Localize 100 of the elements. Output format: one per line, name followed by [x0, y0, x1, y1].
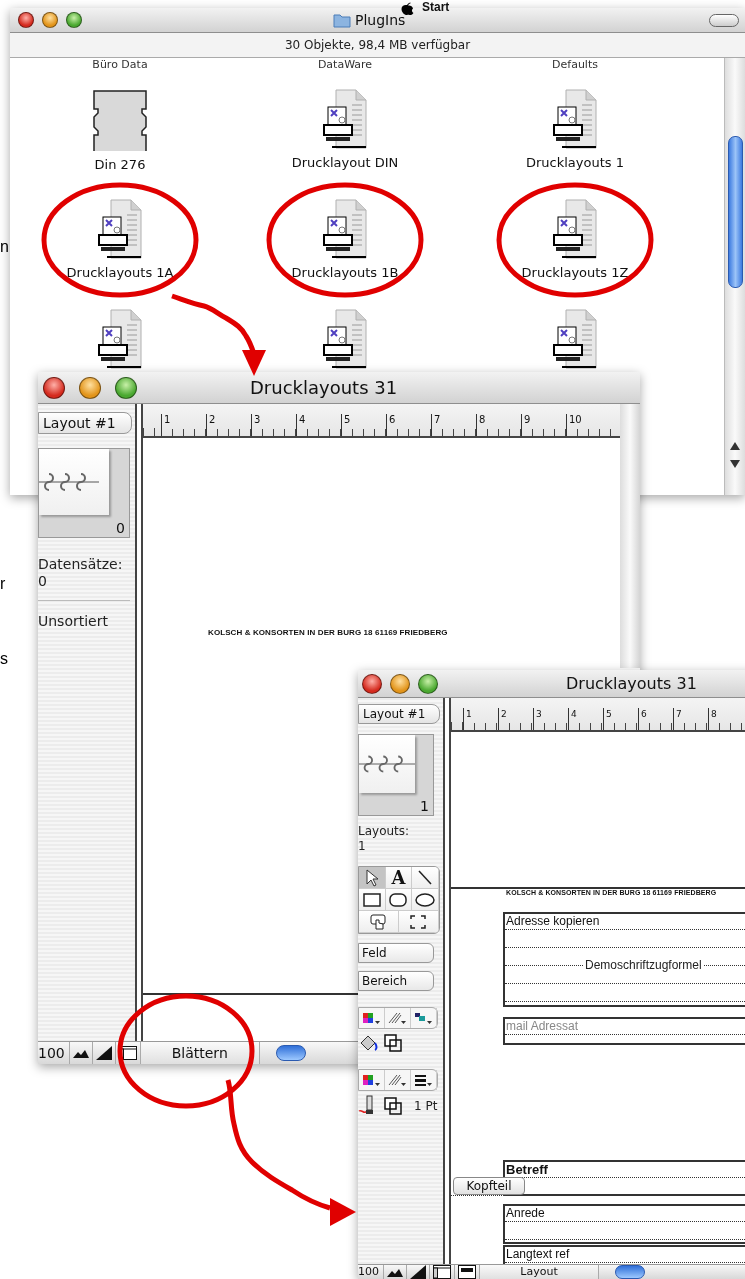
layout-book[interactable]: 0 — [38, 448, 130, 538]
layouts-label: Layouts: — [358, 824, 410, 839]
overlap-button[interactable] — [384, 1097, 402, 1115]
file-name[interactable]: Drucklayout DIN — [291, 155, 399, 170]
scrollbar-thumb[interactable] — [615, 1265, 645, 1279]
mountain-icon — [95, 1046, 112, 1060]
document-icon — [552, 199, 598, 259]
part-popup[interactable]: Bereich — [358, 971, 434, 991]
status-text: 30 Objekte, 98,4 MB verfügbar — [10, 33, 745, 58]
document-icon — [322, 89, 368, 149]
window-title: Drucklayouts 31 — [250, 377, 398, 398]
button-tool[interactable] — [359, 911, 399, 933]
rectangle-tool[interactable] — [359, 889, 386, 911]
email-field[interactable]: mail Adressat — [503, 1017, 745, 1045]
color-grid-icon — [362, 1073, 381, 1087]
mode-popup[interactable]: Blättern — [139, 1042, 260, 1064]
overlapping-squares-icon — [384, 1034, 402, 1052]
file-name[interactable]: Büro Data — [92, 58, 148, 72]
puzzle-piece-icon — [90, 89, 150, 151]
zoom-level: 100 — [358, 1266, 380, 1278]
page-count: 1 — [420, 798, 429, 814]
records-label: Datensätze: — [38, 556, 123, 573]
part-label[interactable]: Kopfteil — [453, 1177, 525, 1195]
toolbar-toggle-button[interactable] — [709, 13, 739, 27]
layout-menu[interactable]: Layout #1 — [38, 412, 132, 434]
scroll-down-icon — [730, 460, 740, 468]
zoom-out-button[interactable] — [68, 1042, 92, 1064]
file-name[interactable]: Drucklayouts 1Z — [521, 265, 629, 280]
zoom-in-button[interactable] — [91, 1042, 115, 1064]
zoom-button[interactable] — [418, 673, 438, 694]
zoom-in-button[interactable] — [406, 1265, 429, 1279]
minimize-button[interactable] — [390, 673, 410, 694]
file-name[interactable]: Drucklayouts 1A — [66, 265, 174, 280]
overlapping-squares-icon — [384, 1097, 402, 1115]
hatch-pattern-icon — [388, 1011, 407, 1025]
document-icon — [552, 309, 598, 369]
splitter-bar[interactable] — [443, 698, 451, 1264]
field-tool[interactable] — [399, 911, 439, 933]
scrollbar-thumb[interactable] — [275, 1045, 306, 1061]
zoom-out-button[interactable] — [383, 1265, 406, 1279]
line-tool[interactable] — [412, 867, 439, 889]
hand-button-icon — [368, 911, 389, 932]
zoom-level: 100 — [38, 1045, 66, 1061]
file-name[interactable]: DataWare — [317, 58, 373, 72]
zoom-button[interactable] — [115, 376, 137, 399]
close-button[interactable] — [362, 673, 382, 694]
page-count: 0 — [116, 520, 125, 536]
zoom-button[interactable] — [66, 12, 82, 28]
salutation-field[interactable]: Anrede — [503, 1204, 745, 1244]
pointer-tool[interactable] — [359, 867, 386, 889]
vertical-scrollbar[interactable] — [724, 58, 745, 495]
ruler-number: 3 — [251, 414, 296, 436]
ruler-number: 1 — [161, 414, 206, 436]
close-button[interactable] — [43, 376, 65, 399]
field-label: Anrede — [505, 1206, 745, 1222]
vertical-scrollbar[interactable] — [620, 404, 640, 668]
hatch-pattern-icon — [388, 1073, 407, 1087]
letterhead-text: KOLSCH & KONSORTEN IN DER BURG 18 61169 FRIEDBERG — [208, 628, 448, 637]
ruler-number: 1 — [463, 708, 498, 730]
text-tool[interactable]: A — [385, 867, 413, 889]
field-popup[interactable]: Feld — [358, 943, 434, 963]
paint-bucket-icon — [358, 1033, 378, 1053]
rounded-rectangle-tool[interactable] — [385, 889, 413, 911]
ring-binder-icon — [39, 471, 99, 493]
close-button[interactable] — [18, 12, 34, 28]
document-icon — [322, 199, 368, 259]
file-name[interactable]: Drucklayouts 1 — [526, 155, 624, 170]
folder-icon — [333, 12, 351, 28]
mode-popup[interactable]: Layout — [479, 1265, 599, 1279]
layout-book[interactable]: 1 — [358, 734, 434, 816]
oval-tool[interactable] — [412, 889, 439, 911]
minimize-button[interactable] — [79, 376, 101, 399]
overlap-button[interactable] — [384, 1034, 402, 1052]
mountain-icon — [387, 1267, 403, 1277]
shadow-effect-icon — [414, 1011, 433, 1025]
scrollbar-thumb[interactable] — [728, 136, 743, 288]
splitter-bar[interactable] — [135, 404, 143, 1041]
file-name[interactable]: Drucklayouts 1B — [291, 265, 399, 280]
status-area-button[interactable] — [114, 1042, 140, 1064]
window-button[interactable] — [454, 1265, 479, 1279]
minimize-button[interactable] — [42, 12, 58, 28]
layouts-count: 1 — [358, 839, 366, 854]
status-area-button[interactable] — [429, 1265, 454, 1279]
layout-menu[interactable]: Layout #1 — [358, 704, 440, 724]
ruler-number: 2 — [206, 414, 251, 436]
address-field[interactable]: Adresse kopieren Demoschriftzugformel — [503, 912, 745, 1007]
body-text-field[interactable]: Langtext ref — [503, 1245, 745, 1264]
window-title: Drucklayouts 31 — [566, 674, 697, 693]
line-width-value: 1 Pt — [414, 1099, 438, 1113]
window-title: PlugIns — [355, 12, 406, 28]
ruler-number: 4 — [568, 708, 603, 730]
ruler-number: 5 — [603, 708, 638, 730]
document-icon — [97, 309, 143, 369]
ruler-number: 7 — [431, 414, 476, 436]
file-name[interactable]: Din 276 — [94, 157, 146, 172]
field-label: mail Adressat — [505, 1019, 745, 1035]
document-icon — [322, 309, 368, 369]
ruler-number: 6 — [386, 414, 431, 436]
logo-icon — [400, 2, 414, 15]
file-name[interactable]: Defaults — [552, 58, 598, 72]
